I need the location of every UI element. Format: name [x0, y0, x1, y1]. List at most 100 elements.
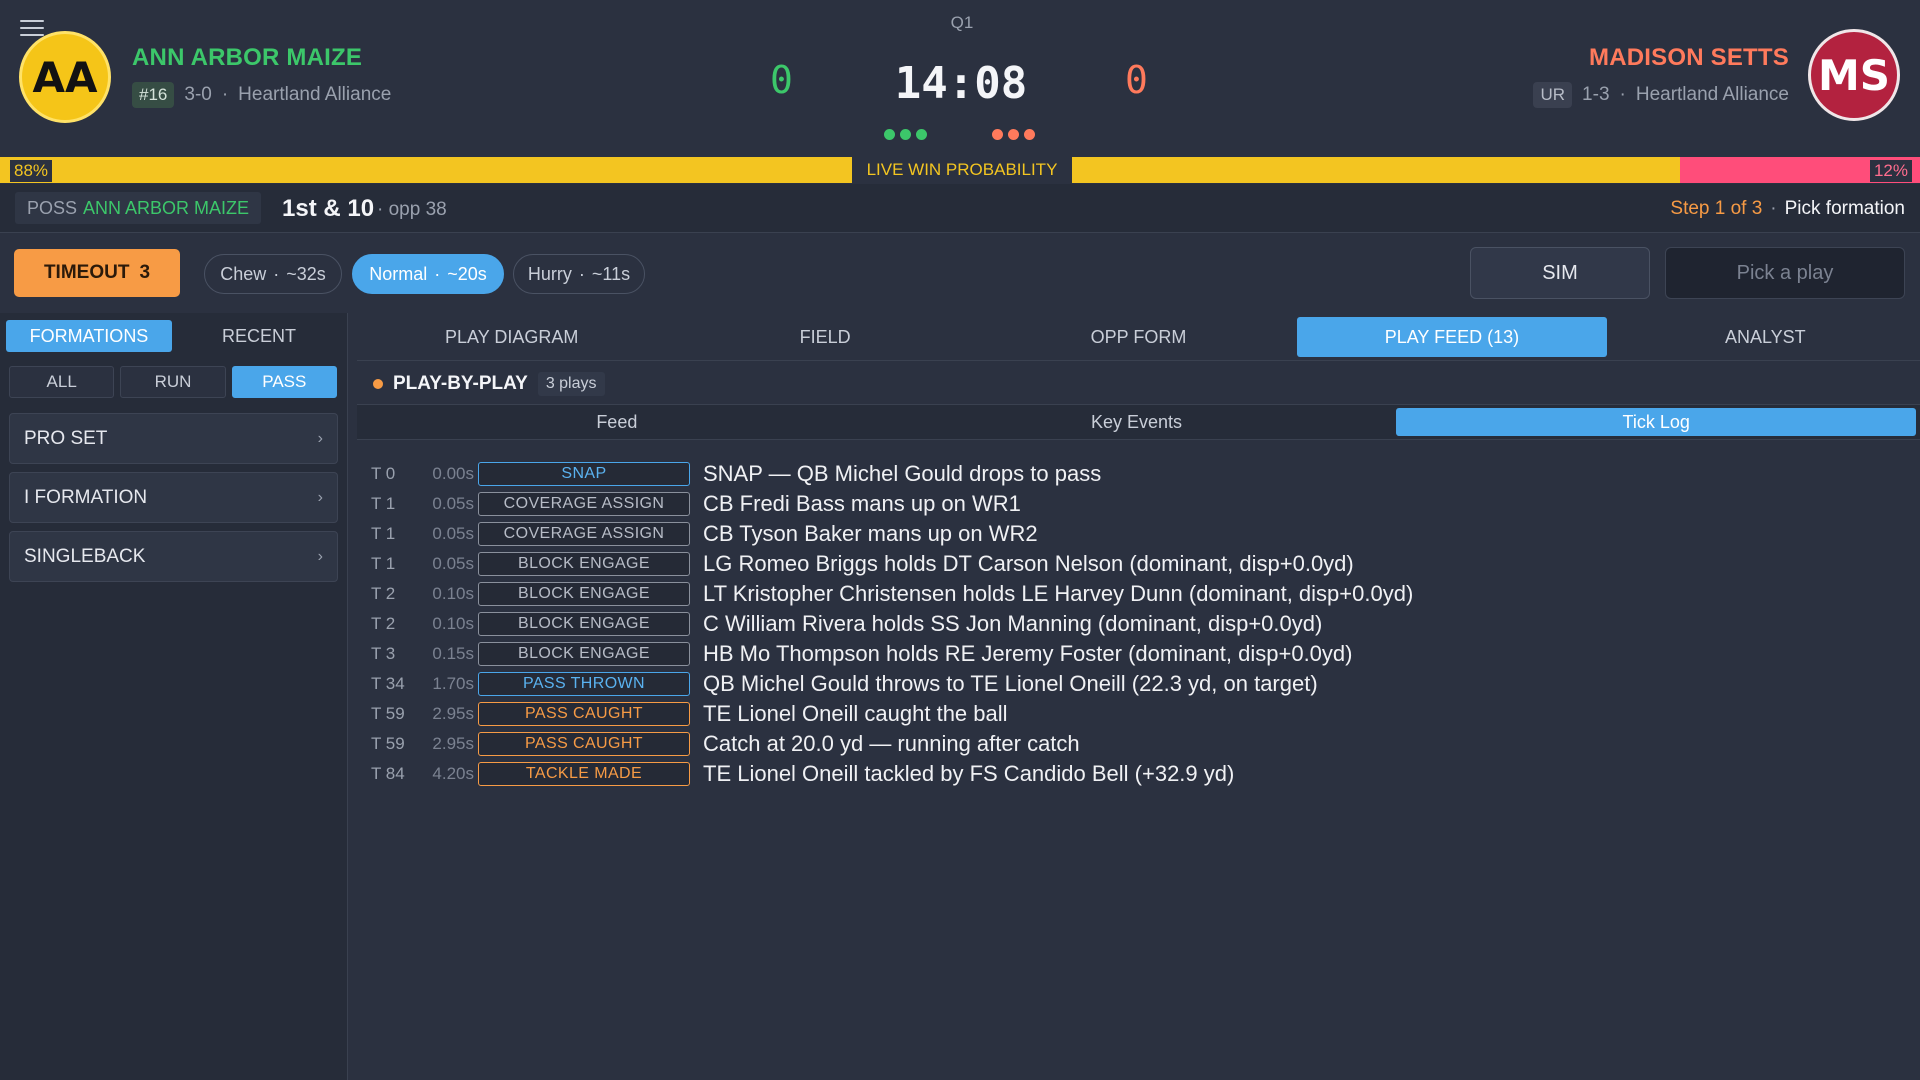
- home-score: 0: [770, 58, 793, 102]
- away-score: 0: [1125, 58, 1148, 102]
- timeout-dot: [1024, 129, 1035, 140]
- pick-play-button[interactable]: Pick a play: [1665, 247, 1905, 299]
- tab-feed[interactable]: Feed: [357, 408, 877, 436]
- log-description: CB Fredi Bass mans up on WR1: [703, 491, 1021, 516]
- event-tag: BLOCK ENGAGE: [478, 582, 690, 606]
- log-tick: T 34: [371, 674, 405, 693]
- log-row: T 59 2.95s PASS CAUGHT Catch at 20.0 yd — r…: [371, 729, 1911, 759]
- log-description: Catch at 20.0 yd — running after catch: [703, 731, 1080, 756]
- away-conference: Heartland Alliance: [1635, 84, 1789, 105]
- home-team-name: ANN ARBOR MAIZE: [132, 44, 363, 71]
- tab-recent[interactable]: RECENT: [176, 320, 342, 352]
- log-tick: T 2: [371, 614, 396, 633]
- event-tag: SNAP: [478, 462, 690, 486]
- formation-item-i-formation[interactable]: I FORMATION ›: [9, 472, 338, 523]
- sidebar-tabs: FORMATIONS RECENT: [6, 320, 342, 352]
- home-win-pct: 88%: [10, 160, 53, 182]
- timeout-button[interactable]: TIMEOUT 3: [14, 249, 180, 297]
- separator: ·: [434, 263, 441, 284]
- separator: ·: [1619, 84, 1626, 105]
- control-row: TIMEOUT 3 Chew · ~32s Normal · ~20s Hurr…: [0, 234, 1920, 312]
- win-probability-bar: 88% LIVE WIN PROBABILITY 12%: [0, 157, 1920, 183]
- event-tag: COVERAGE ASSIGN: [478, 492, 690, 516]
- formation-item-pro-set[interactable]: PRO SET ›: [9, 413, 338, 464]
- log-description: HB Mo Thompson holds RE Jeremy Foster (d…: [703, 641, 1353, 666]
- tab-field[interactable]: FIELD: [670, 317, 979, 357]
- feed-sub-tabs: Feed Key Events Tick Log: [357, 404, 1920, 440]
- tab-key-events[interactable]: Key Events: [877, 408, 1397, 436]
- tab-play-diagram[interactable]: PLAY DIAGRAM: [357, 317, 666, 357]
- timeout-dot: [900, 129, 911, 140]
- win-probability-label: LIVE WIN PROBABILITY: [852, 157, 1072, 183]
- timeout-count: 3: [139, 262, 151, 283]
- log-row: T 1 0.05s COVERAGE ASSIGN CB Fredi Bass man…: [371, 489, 1911, 519]
- feed-title: PLAY-BY-PLAY: [393, 373, 528, 394]
- log-tick: T 1: [371, 554, 396, 573]
- log-description: LG Romeo Briggs holds DT Carson Nelson (…: [703, 551, 1354, 576]
- log-row: T 84 4.20s TACKLE MADE TE Lionel Oneill tac…: [371, 759, 1911, 789]
- tempo-normal-button[interactable]: Normal · ~20s: [352, 254, 504, 294]
- log-tick: T 0: [371, 464, 396, 483]
- log-tick: T 1: [371, 524, 396, 543]
- log-time: 2.95s: [432, 734, 474, 753]
- log-row: T 0 0.00s SNAP SNAP — QB Michel Gould drops…: [371, 459, 1911, 489]
- log-row: T 3 0.15s BLOCK ENGAGE HB Mo Thompson holds…: [371, 639, 1911, 669]
- step-count: Step 1 of 3: [1670, 198, 1763, 219]
- log-tick: T 84: [371, 764, 405, 783]
- formation-item-singleback[interactable]: SINGLEBACK ›: [9, 531, 338, 582]
- log-time: 0.10s: [432, 614, 474, 633]
- log-time: 0.00s: [432, 464, 474, 483]
- tempo-name: Chew: [220, 263, 267, 284]
- filter-all[interactable]: ALL: [9, 366, 115, 398]
- away-team-name: MADISON SETTS: [1589, 44, 1789, 71]
- sim-button[interactable]: SIM: [1470, 247, 1650, 299]
- tab-formations[interactable]: FORMATIONS: [6, 320, 172, 352]
- log-time: 0.05s: [432, 524, 474, 543]
- log-time: 4.20s: [432, 764, 474, 783]
- chevron-right-icon: ›: [317, 547, 323, 565]
- away-team-logo: MS: [1808, 29, 1900, 121]
- event-tag: TACKLE MADE: [478, 762, 690, 786]
- log-description: QB Michel Gould throws to TE Lionel Onei…: [703, 671, 1318, 696]
- tempo-time: ~32s: [286, 263, 326, 284]
- tab-tick-log[interactable]: Tick Log: [1396, 408, 1917, 436]
- log-row: T 1 0.05s COVERAGE ASSIGN CB Tyson Baker ma…: [371, 519, 1911, 549]
- away-record: 1-3: [1582, 84, 1610, 105]
- tempo-time: ~20s: [447, 263, 487, 284]
- log-row: T 2 0.10s BLOCK ENGAGE C William Rivera hol…: [371, 609, 1911, 639]
- main-panel: PLAY DIAGRAM FIELD OPP FORM PLAY FEED (1…: [357, 313, 1920, 1080]
- tempo-name: Normal: [369, 263, 428, 284]
- away-team-meta: UR 1-3 · Heartland Alliance: [1533, 82, 1789, 108]
- log-time: 0.15s: [432, 644, 474, 663]
- possession-prefix: POSS: [27, 197, 78, 218]
- tempo-name: Hurry: [527, 263, 572, 284]
- tab-analyst[interactable]: ANALYST: [1611, 317, 1920, 357]
- live-dot-icon: [373, 379, 383, 389]
- tempo-time: ~11s: [591, 263, 631, 284]
- log-row: T 34 1.70s PASS THROWN QB Michel Gould thro…: [371, 669, 1911, 699]
- filter-pass[interactable]: PASS: [231, 366, 337, 398]
- log-description: TE Lionel Oneill tackled by FS Candido B…: [703, 761, 1235, 786]
- feed-header: PLAY-BY-PLAY 3 plays: [357, 365, 1920, 403]
- home-timeouts-indicator: [884, 129, 927, 140]
- log-description: CB Tyson Baker mans up on WR2: [703, 521, 1038, 546]
- tab-play-feed[interactable]: PLAY FEED (13): [1297, 317, 1607, 357]
- home-team-meta: #16 3-0 · Heartland Alliance: [132, 82, 391, 108]
- formation-label: PRO SET: [24, 427, 108, 449]
- down-distance: 1st & 10: [282, 195, 375, 222]
- event-tag: BLOCK ENGAGE: [478, 552, 690, 576]
- chevron-right-icon: ›: [317, 488, 323, 506]
- separator: ·: [578, 263, 585, 284]
- log-time: 1.70s: [432, 674, 474, 693]
- timeout-dot: [916, 129, 927, 140]
- menu-icon[interactable]: [20, 20, 44, 38]
- tab-opp-form[interactable]: OPP FORM: [984, 317, 1293, 357]
- log-time: 0.05s: [432, 494, 474, 513]
- separator: ·: [273, 263, 280, 284]
- tempo-hurry-button[interactable]: Hurry · ~11s: [513, 254, 645, 294]
- away-timeouts-indicator: [992, 129, 1035, 140]
- log-time: 2.95s: [432, 704, 474, 723]
- tempo-chew-button[interactable]: Chew · ~32s: [204, 254, 342, 294]
- formation-sidebar: FORMATIONS RECENT ALL RUN PASS PRO SET ›…: [0, 313, 348, 1080]
- filter-run[interactable]: RUN: [120, 366, 226, 398]
